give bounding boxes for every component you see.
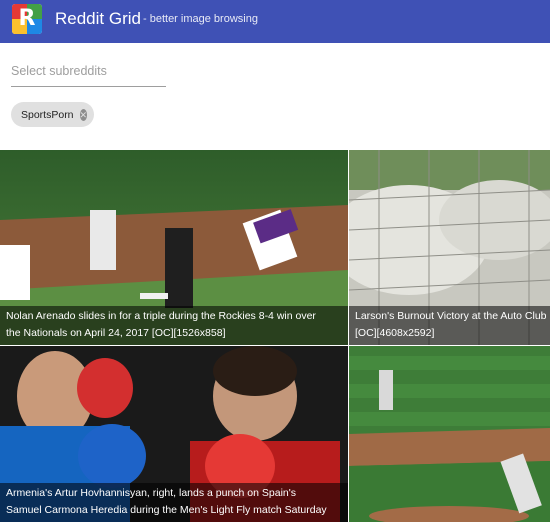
subreddit-chip[interactable]: SportsPorn ✕	[11, 102, 94, 127]
post-caption: Larson's Burnout Victory at the Auto Clu…	[349, 306, 550, 345]
caption-line: Armenia's Artur Hovhannisyan, right, lan…	[6, 487, 297, 499]
image-tile[interactable]: Nolan Arenado slides in for a triple dur…	[0, 150, 348, 345]
caption-line: Samuel Carmona Heredia during the Men's …	[6, 504, 327, 516]
image-tile[interactable]	[349, 346, 550, 522]
app-bar: R Reddit Grid - better image browsing	[0, 0, 550, 43]
app-title: Reddit Grid	[55, 9, 141, 28]
post-caption: Nolan Arenado slides in for a triple dur…	[0, 306, 348, 345]
post-caption: Armenia's Artur Hovhannisyan, right, lan…	[0, 483, 348, 522]
remove-chip-icon[interactable]: ✕	[79, 108, 88, 121]
caption-line: the Nationals on April 24, 2017 [OC][152…	[6, 327, 226, 339]
app-logo[interactable]: R	[12, 4, 42, 34]
subreddit-input[interactable]	[11, 58, 161, 84]
logo-letter: R	[18, 6, 36, 31]
app-subtitle: - better image browsing	[143, 13, 258, 25]
caption-line: Larson's Burnout Victory at the Auto Clu…	[355, 310, 547, 322]
image-tile[interactable]: Armenia's Artur Hovhannisyan, right, lan…	[0, 346, 348, 522]
image-tile[interactable]: Larson's Burnout Victory at the Auto Clu…	[349, 150, 550, 345]
subreddit-search[interactable]	[11, 58, 166, 87]
chip-label: SportsPorn	[21, 108, 74, 121]
baseball-field-image	[349, 346, 550, 522]
caption-line: [OC][4608x2592]	[355, 327, 435, 339]
caption-line: Nolan Arenado slides in for a triple dur…	[6, 310, 316, 322]
